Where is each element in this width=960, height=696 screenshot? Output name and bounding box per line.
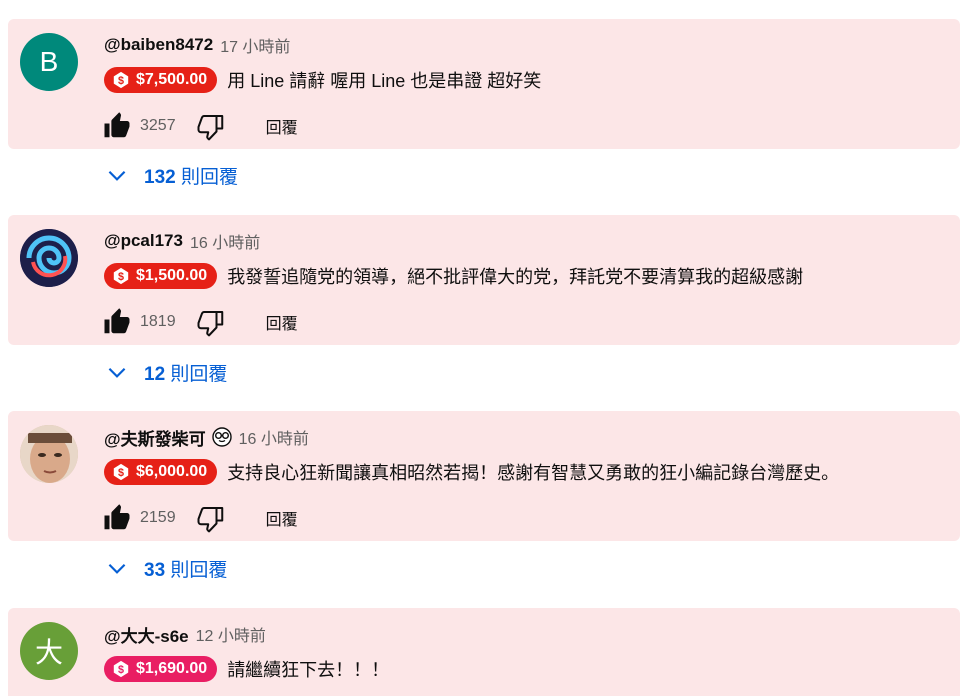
replies-label: 132 則回覆 bbox=[144, 162, 238, 189]
replies-label: 33 則回覆 bbox=[144, 555, 227, 582]
view-replies-button[interactable]: 33 則回覆 bbox=[104, 551, 227, 585]
avatar-letter: B bbox=[39, 46, 59, 77]
comment-header: @夫斯發柴可 16 小時前 bbox=[104, 425, 309, 449]
comment-card: @pcal173 16 小時前 $ $1,500.00 我發誓追隨党的領導，絕不… bbox=[8, 215, 960, 345]
avatar[interactable] bbox=[20, 425, 78, 483]
author-name[interactable]: @大大-s6e bbox=[104, 622, 189, 647]
view-replies-button[interactable]: 132 則回覆 bbox=[104, 158, 238, 192]
chevron-down-icon bbox=[108, 367, 126, 378]
comment-body: $ $1,690.00 請繼續狂下去！！！ bbox=[104, 655, 389, 683]
comment-header: @pcal173 16 小時前 bbox=[104, 229, 260, 253]
like-count: 2159 bbox=[140, 509, 176, 526]
super-thanks-chip: $ $1,500.00 bbox=[104, 263, 218, 289]
comment-text: 支持良心狂新聞讓真相昭然若揭！感謝有智慧又勇敢的狂小編記錄台灣歷史。 bbox=[227, 463, 840, 483]
super-thanks-icon: $ bbox=[113, 267, 129, 285]
like-icon[interactable] bbox=[102, 111, 132, 141]
avatar[interactable] bbox=[20, 229, 78, 287]
reply-button[interactable]: 回覆 bbox=[266, 506, 298, 530]
super-thanks-amount: $1,500.00 bbox=[136, 267, 208, 284]
replies-count: 12 bbox=[144, 363, 166, 385]
dislike-icon[interactable] bbox=[196, 307, 226, 337]
super-thanks-amount: $7,500.00 bbox=[136, 71, 208, 88]
super-thanks-amount: $6,000.00 bbox=[136, 463, 208, 480]
replies-count: 132 bbox=[144, 166, 176, 188]
comment-card: 大 @大大-s6e 12 小時前 $ $1,690.00 請繼續狂下去！！！ bbox=[8, 608, 960, 696]
super-thanks-amount: $1,690.00 bbox=[136, 660, 208, 677]
view-replies-button[interactable]: 12 則回覆 bbox=[104, 355, 227, 389]
comment-card: @夫斯發柴可 16 小時前 $ $6,000.00 支持良心狂新聞讓真相昭然若揭… bbox=[8, 411, 960, 541]
super-thanks-chip: $ $7,500.00 bbox=[104, 67, 218, 93]
chevron-down-icon bbox=[108, 170, 126, 181]
nerd-face-icon bbox=[211, 427, 232, 447]
timestamp[interactable]: 12 小時前 bbox=[196, 622, 266, 646]
super-thanks-icon: $ bbox=[113, 463, 129, 481]
comment-body: $ $6,000.00 支持良心狂新聞讓真相昭然若揭！感謝有智慧又勇敢的狂小編記… bbox=[104, 458, 839, 486]
reply-button[interactable]: 回覆 bbox=[266, 114, 298, 138]
author-name[interactable]: @baiben8472 bbox=[104, 35, 213, 55]
replies-text: 則回覆 bbox=[170, 559, 228, 581]
avatar[interactable]: 大 bbox=[20, 622, 78, 680]
avatar-letter: 大 bbox=[34, 637, 63, 668]
reply-button[interactable]: 回覆 bbox=[266, 310, 298, 334]
author-name[interactable]: @夫斯發柴可 bbox=[104, 425, 206, 450]
comment-text: 請繼續狂下去！！！ bbox=[227, 660, 390, 680]
comment-text: 用 Line 請辭 喔用 Line 也是串證 超好笑 bbox=[227, 71, 542, 91]
dislike-icon[interactable] bbox=[196, 111, 226, 141]
super-thanks-chip: $ $6,000.00 bbox=[104, 459, 218, 485]
svg-text:$: $ bbox=[118, 664, 124, 676]
like-count: 1819 bbox=[140, 313, 176, 330]
super-thanks-icon: $ bbox=[113, 71, 129, 89]
author-name[interactable]: @pcal173 bbox=[104, 231, 183, 251]
svg-text:$: $ bbox=[118, 467, 124, 479]
comment-body: $ $7,500.00 用 Line 請辭 喔用 Line 也是串證 超好笑 bbox=[104, 66, 541, 94]
replies-label: 12 則回覆 bbox=[144, 359, 227, 386]
super-thanks-icon: $ bbox=[113, 660, 129, 678]
comment-header: @大大-s6e 12 小時前 bbox=[104, 622, 266, 646]
comment-header: @baiben8472 17 小時前 bbox=[104, 33, 290, 57]
timestamp[interactable]: 16 小時前 bbox=[190, 229, 260, 253]
comment-text: 我發誓追隨党的領導，絕不批評偉大的党，拜託党不要清算我的超級感謝 bbox=[227, 267, 804, 287]
svg-text:$: $ bbox=[118, 75, 124, 87]
comment-actions: 3257 回覆 bbox=[102, 111, 298, 141]
replies-text: 則回覆 bbox=[180, 166, 238, 188]
dislike-icon[interactable] bbox=[196, 503, 226, 533]
replies-count: 33 bbox=[144, 559, 166, 581]
like-icon[interactable] bbox=[102, 307, 132, 337]
timestamp[interactable]: 17 小時前 bbox=[220, 33, 290, 57]
avatar[interactable]: B bbox=[20, 33, 78, 91]
avatar-image-face bbox=[20, 425, 78, 483]
comment-actions: 2159 回覆 bbox=[102, 503, 298, 533]
comment-body: $ $1,500.00 我發誓追隨党的領導，絕不批評偉大的党，拜託党不要清算我的… bbox=[104, 262, 803, 290]
like-count: 3257 bbox=[140, 117, 176, 134]
comment-card: B @baiben8472 17 小時前 $ $7,500.00 用 Line … bbox=[8, 19, 960, 149]
chevron-down-icon bbox=[108, 563, 126, 574]
svg-text:$: $ bbox=[118, 271, 124, 283]
replies-text: 則回覆 bbox=[170, 363, 228, 385]
like-icon[interactable] bbox=[102, 503, 132, 533]
comment-actions: 1819 回覆 bbox=[102, 307, 298, 337]
timestamp[interactable]: 16 小時前 bbox=[239, 425, 309, 449]
avatar-image-swirl bbox=[20, 229, 78, 287]
super-thanks-chip: $ $1,690.00 bbox=[104, 656, 218, 682]
